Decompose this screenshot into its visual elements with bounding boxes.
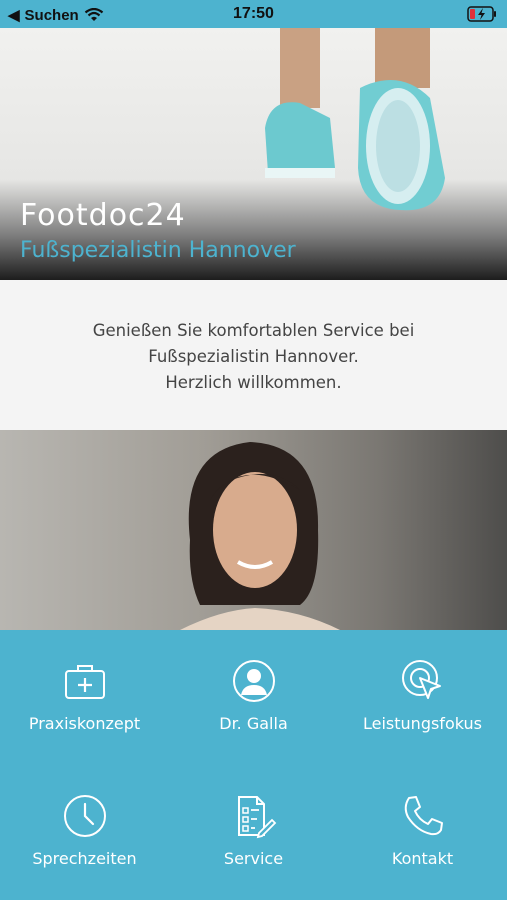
menu-label: Service — [223, 849, 284, 868]
menu-dr-galla[interactable]: Dr. Galla — [169, 630, 338, 765]
welcome-panel: Genießen Sie komfortablen Service bei Fu… — [0, 280, 507, 430]
welcome-line: Fußspezialistin Hannover. — [148, 347, 359, 366]
main-menu-grid: Praxiskonzept Dr. Galla Leistungsfokus S… — [0, 630, 507, 900]
menu-label: Sprechzeiten — [32, 849, 137, 868]
welcome-message: Genießen Sie komfortablen Service bei Fu… — [0, 318, 507, 396]
battery-charging-icon — [467, 6, 496, 22]
menu-sprechzeiten[interactable]: Sprechzeiten — [0, 765, 169, 900]
status-bar: ◀ Suchen 17:50 — [0, 0, 507, 28]
app-subtitle: Fußspezialistin Hannover — [20, 238, 296, 263]
app-title: Footdoc24 — [20, 198, 186, 233]
welcome-line: Herzlich willkommen. — [165, 373, 342, 392]
menu-label: Leistungsfokus — [363, 714, 482, 733]
hero-banner: Footdoc24 Fußspezialistin Hannover — [0, 28, 507, 280]
welcome-line: Genießen Sie komfortablen Service bei — [92, 321, 415, 340]
doctor-portrait-image — [0, 430, 507, 630]
clock-icon — [63, 795, 106, 837]
clock-time: 17:50 — [233, 5, 274, 22]
document-edit-icon — [237, 796, 276, 839]
menu-praxiskonzept[interactable]: Praxiskonzept — [0, 630, 169, 765]
first-aid-kit-icon — [64, 665, 105, 699]
user-circle-icon — [232, 660, 275, 702]
menu-leistungsfokus[interactable]: Leistungsfokus — [338, 630, 507, 765]
menu-label: Dr. Galla — [219, 714, 288, 733]
menu-label: Praxiskonzept — [28, 714, 141, 733]
menu-label: Kontakt — [391, 849, 454, 868]
menu-service[interactable]: Service — [169, 765, 338, 900]
menu-kontakt[interactable]: Kontakt — [338, 765, 507, 900]
cursor-target-icon — [401, 660, 441, 699]
phone-icon — [404, 796, 443, 836]
